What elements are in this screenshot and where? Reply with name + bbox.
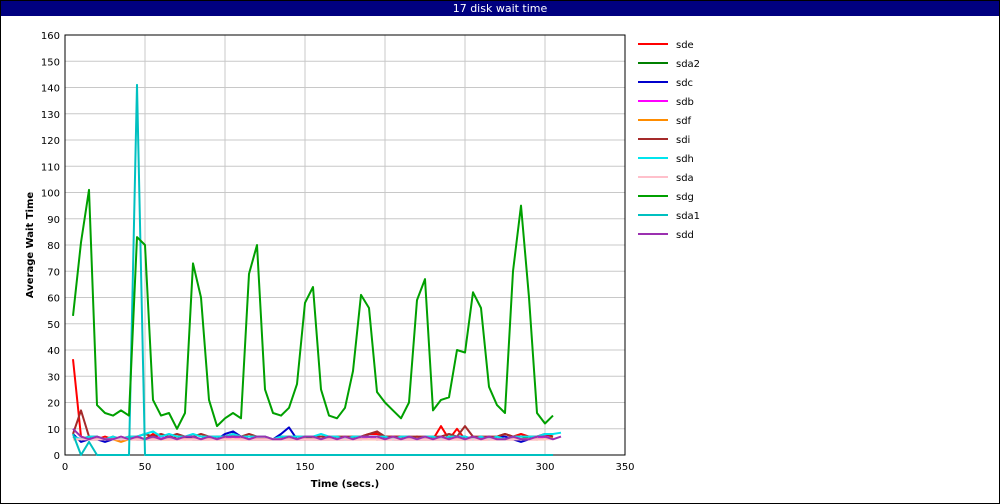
y-tick-label: 120 xyxy=(41,136,60,147)
y-tick-label: 130 xyxy=(41,110,60,121)
legend-label-sda: sda xyxy=(676,173,694,184)
legend: sde sda2 sdc sdb sdf sdi sdh sda sdg sda1 sdd xyxy=(638,40,700,241)
legend-label-sda1: sda1 xyxy=(676,211,700,222)
legend-label-sdb: sdb xyxy=(676,97,694,108)
x-tick-label: 300 xyxy=(535,462,554,473)
y-tick-label: 10 xyxy=(47,425,60,436)
y-tick-label: 140 xyxy=(41,84,60,95)
x-tick-label: 200 xyxy=(375,462,394,473)
y-tick-label: 80 xyxy=(47,241,60,252)
legend-label-sdg: sdg xyxy=(676,192,694,203)
legend-label-sdi: sdi xyxy=(676,135,690,146)
legend-label-sda2: sda2 xyxy=(676,59,700,70)
y-tick-label: 90 xyxy=(47,215,60,226)
y-tick-label: 0 xyxy=(54,451,60,462)
chart-canvas: 0 10 20 30 40 50 60 70 80 90 100 110 120 130 140 150 160… xyxy=(25,31,700,490)
y-tick-label: 50 xyxy=(47,320,60,331)
legend-label-sde: sde xyxy=(676,40,694,51)
y-tick-label: 40 xyxy=(47,346,60,357)
y-tick-label: 110 xyxy=(41,162,60,173)
x-tick-label: 50 xyxy=(139,462,152,473)
y-tick-label: 70 xyxy=(47,267,60,278)
x-axis-label: Time (secs.) xyxy=(311,479,380,490)
y-tick-label: 30 xyxy=(47,372,60,383)
y-tick-label: 150 xyxy=(41,57,60,68)
y-tick-label: 60 xyxy=(47,294,60,305)
x-tick-label: 250 xyxy=(455,462,474,473)
y-tick-label: 100 xyxy=(41,189,60,200)
legend-label-sdc: sdc xyxy=(676,78,693,89)
y-tick-label: 20 xyxy=(47,399,60,410)
y-axis-ticks: 0 10 20 30 40 50 60 70 80 90 100 110 120 130 140 150 160 xyxy=(41,31,60,462)
x-tick-label: 0 xyxy=(62,462,68,473)
x-tick-label: 100 xyxy=(215,462,234,473)
grid xyxy=(64,34,626,456)
y-axis-label: Average Wait Time xyxy=(25,192,36,299)
legend-label-sdd: sdd xyxy=(676,230,694,241)
x-tick-label: 350 xyxy=(615,462,634,473)
x-tick-label: 150 xyxy=(295,462,314,473)
legend-label-sdf: sdf xyxy=(676,116,692,127)
legend-label-sdh: sdh xyxy=(676,154,694,165)
y-tick-label: 160 xyxy=(41,31,60,42)
x-axis-ticks: 0 50 100 150 200 250 300 350 xyxy=(62,462,635,473)
